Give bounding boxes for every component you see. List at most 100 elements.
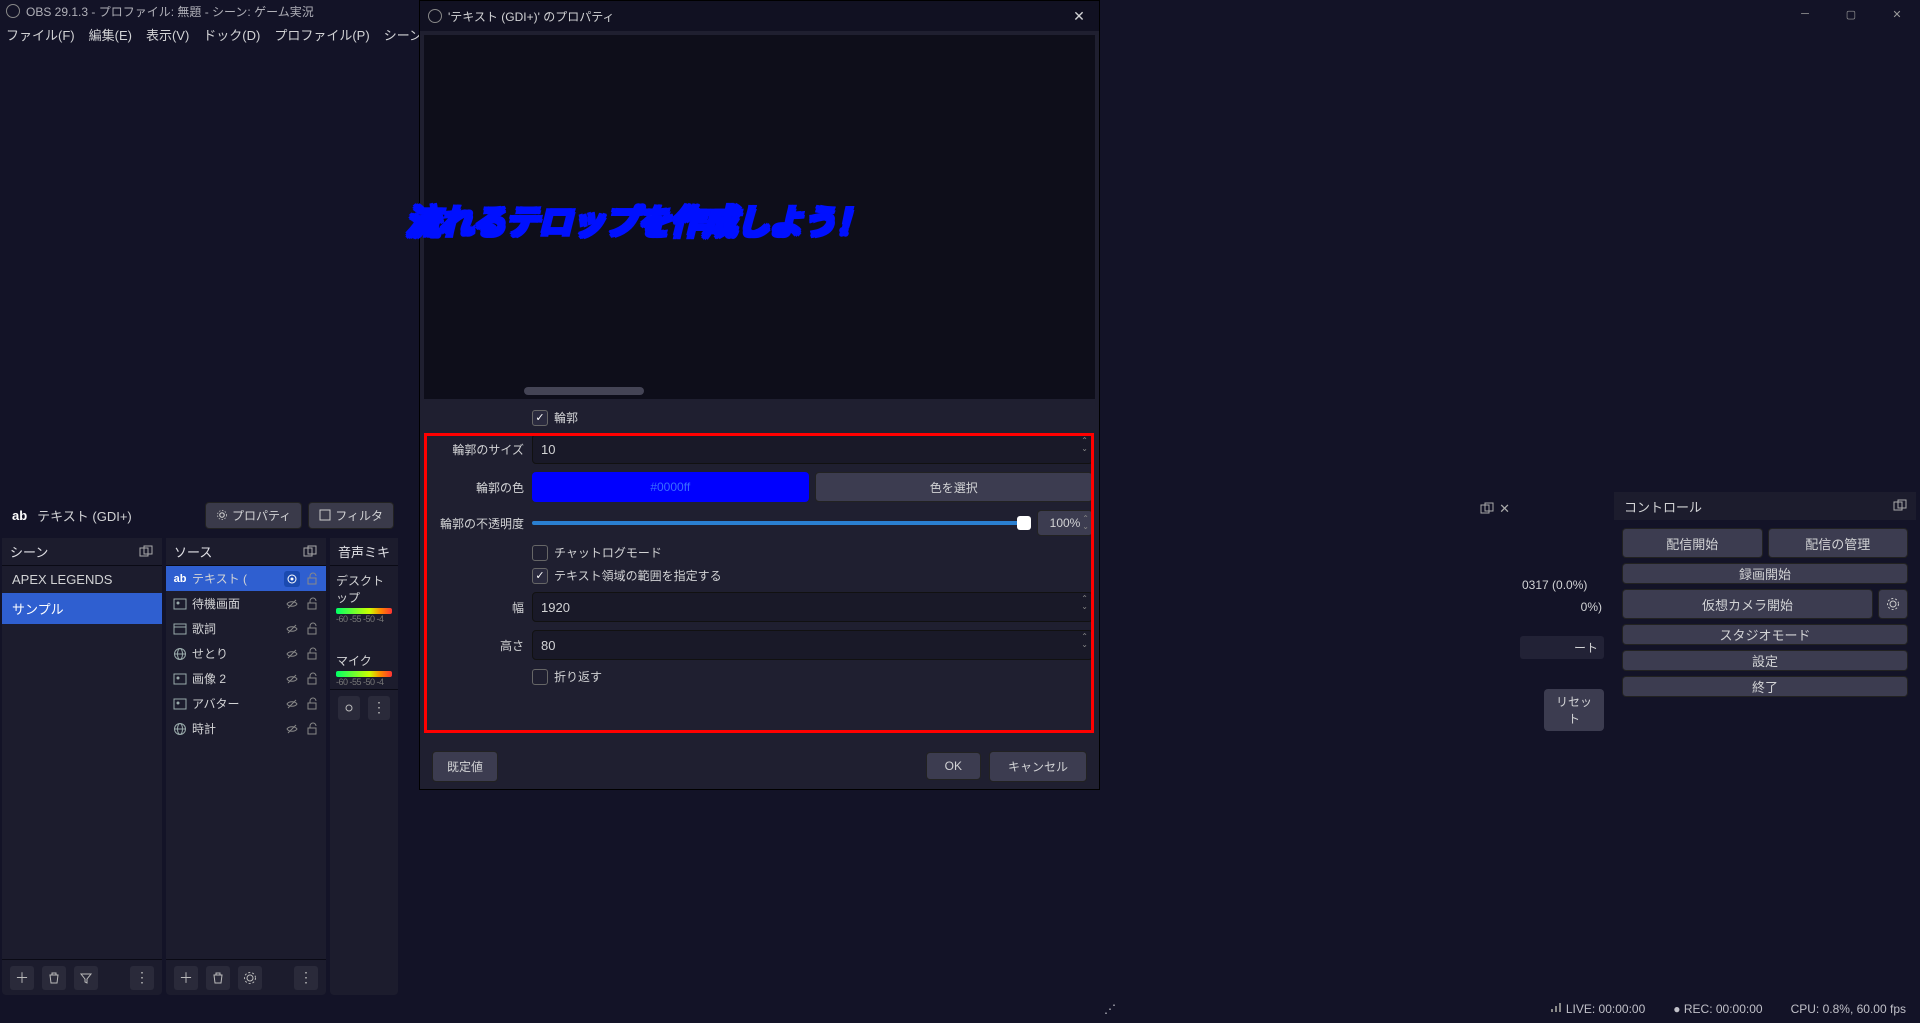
- lock-toggle[interactable]: [304, 721, 320, 737]
- wrap-checkbox[interactable]: [532, 669, 548, 685]
- spin-down-icon[interactable]: ⌄: [1082, 523, 1089, 531]
- status-rec: ● REC: 00:00:00: [1673, 1002, 1762, 1016]
- scene-more-button[interactable]: ⋮: [130, 966, 154, 990]
- obs-logo-icon: [6, 4, 20, 18]
- source-row[interactable]: アバター: [166, 691, 326, 716]
- ok-button[interactable]: OK: [926, 752, 981, 780]
- visibility-toggle[interactable]: [284, 721, 300, 737]
- spin-down-icon[interactable]: ⌄: [1081, 641, 1088, 649]
- scene-item[interactable]: APEX LEGENDS: [2, 566, 162, 593]
- delete-source-button[interactable]: [206, 966, 230, 990]
- popout-icon[interactable]: [138, 544, 154, 560]
- transitions-head-fragment: ✕: [1416, 494, 1510, 524]
- source-row[interactable]: 歌詞: [166, 616, 326, 641]
- outline-color-swatch[interactable]: #0000ff: [532, 472, 809, 502]
- visibility-toggle[interactable]: [284, 571, 300, 587]
- menu-dock[interactable]: ドック(D): [203, 25, 260, 44]
- chatlog-label: チャットログモード: [554, 544, 662, 561]
- pick-color-button[interactable]: 色を選択: [815, 472, 1094, 502]
- delete-scene-button[interactable]: [42, 966, 66, 990]
- gear-icon: [216, 509, 228, 521]
- obs-logo-icon: [428, 9, 442, 23]
- window-controls: ─ ▢ ✕: [1782, 0, 1920, 28]
- settings-button[interactable]: 設定: [1622, 650, 1908, 671]
- visibility-toggle[interactable]: [284, 671, 300, 687]
- filters-button[interactable]: フィルタ: [308, 502, 394, 529]
- trash-icon: [47, 971, 61, 985]
- source-type-icon: [172, 596, 188, 612]
- source-row[interactable]: 画像 2: [166, 666, 326, 691]
- outline-opacity-label: 輪郭の不透明度: [426, 515, 524, 532]
- selected-source-name: テキスト (GDI+): [37, 506, 199, 525]
- cancel-button[interactable]: キャンセル: [989, 751, 1087, 782]
- source-type-icon: [172, 696, 188, 712]
- source-type-icon: [172, 621, 188, 637]
- menu-edit[interactable]: 編集(E): [89, 25, 132, 44]
- outline-size-input[interactable]: 10 ⌃⌄: [532, 434, 1093, 464]
- start-virtualcam-button[interactable]: 仮想カメラ開始: [1622, 589, 1873, 619]
- scene-item[interactable]: サンプル: [2, 593, 162, 624]
- lock-toggle[interactable]: [304, 671, 320, 687]
- extents-checkbox[interactable]: ✓: [532, 568, 548, 584]
- add-scene-button[interactable]: ＋: [10, 966, 34, 990]
- source-row[interactable]: 待機画面: [166, 591, 326, 616]
- maximize-button[interactable]: ▢: [1828, 0, 1874, 28]
- visibility-toggle[interactable]: [284, 596, 300, 612]
- spin-down-icon[interactable]: ⌄: [1081, 445, 1088, 453]
- menu-profile[interactable]: プロファイル(P): [274, 25, 369, 44]
- preview-scrollbar[interactable]: [524, 387, 1085, 395]
- defaults-button[interactable]: 既定値: [432, 751, 498, 782]
- dialog-titlebar[interactable]: 'テキスト (GDI+)' のプロパティ ✕: [420, 1, 1099, 31]
- filter-icon: [319, 509, 331, 521]
- outline-color-label: 輪郭の色: [426, 479, 524, 496]
- source-more-button[interactable]: ⋮: [294, 966, 318, 990]
- dialog-preview: 流れるテロップを作成しよう！: [424, 35, 1095, 399]
- start-streaming-button[interactable]: 配信開始: [1622, 528, 1763, 558]
- spin-down-icon[interactable]: ⌄: [1081, 603, 1088, 611]
- statusbar: ⋰ LIVE: 00:00:00 ● REC: 00:00:00 CPU: 0.…: [0, 995, 1920, 1023]
- mixer-more-button[interactable]: ⋮: [368, 696, 390, 720]
- lock-toggle[interactable]: [304, 596, 320, 612]
- width-input[interactable]: 1920 ⌃⌄: [532, 592, 1093, 622]
- lock-toggle[interactable]: [304, 646, 320, 662]
- outline-opacity-value[interactable]: 100% ⌃⌄: [1037, 510, 1093, 536]
- visibility-toggle[interactable]: [284, 621, 300, 637]
- lock-toggle[interactable]: [304, 571, 320, 587]
- outline-opacity-slider[interactable]: [532, 521, 1031, 525]
- lock-toggle[interactable]: [304, 696, 320, 712]
- popout-icon[interactable]: [302, 544, 318, 560]
- scenes-panel: シーン APEX LEGENDS サンプル ＋ ⋮: [2, 538, 162, 995]
- popout-icon[interactable]: [1892, 498, 1908, 514]
- lock-toggle[interactable]: [304, 621, 320, 637]
- visibility-toggle[interactable]: [284, 696, 300, 712]
- reset-button[interactable]: リセット: [1544, 689, 1604, 731]
- mixer-settings-button[interactable]: [338, 696, 360, 720]
- chatlog-checkbox[interactable]: [532, 545, 548, 561]
- slider-thumb[interactable]: [1017, 516, 1031, 530]
- virtualcam-settings-button[interactable]: [1878, 589, 1908, 619]
- close-button[interactable]: ✕: [1874, 0, 1920, 28]
- mixer-panel: 音声ミキ デスクトップ -60 -55 -50 -4 マイク -60 -55 -…: [330, 538, 398, 995]
- outline-checkbox[interactable]: ✓: [532, 410, 548, 426]
- properties-button[interactable]: プロパティ: [205, 502, 302, 529]
- source-properties-button[interactable]: [238, 966, 262, 990]
- close-dock-icon[interactable]: ✕: [1499, 501, 1510, 517]
- menu-view[interactable]: 表示(V): [146, 25, 189, 44]
- add-source-button[interactable]: ＋: [174, 966, 198, 990]
- studio-mode-button[interactable]: スタジオモード: [1622, 624, 1908, 645]
- start-recording-button[interactable]: 録画開始: [1622, 563, 1908, 584]
- manage-stream-button[interactable]: 配信の管理: [1768, 528, 1909, 558]
- scene-filter-button[interactable]: [74, 966, 98, 990]
- width-label: 幅: [426, 599, 524, 616]
- menu-file[interactable]: ファイル(F): [6, 25, 75, 44]
- source-row[interactable]: abテキスト (: [166, 566, 326, 591]
- height-input[interactable]: 80 ⌃⌄: [532, 630, 1093, 660]
- source-row[interactable]: 時計: [166, 716, 326, 741]
- source-row[interactable]: せとり: [166, 641, 326, 666]
- popout-icon[interactable]: [1479, 501, 1495, 517]
- minimize-button[interactable]: ─: [1782, 0, 1828, 28]
- visibility-toggle[interactable]: [284, 646, 300, 662]
- dialog-close-button[interactable]: ✕: [1059, 1, 1099, 31]
- resize-grip-icon[interactable]: ⋰: [1104, 1002, 1116, 1016]
- exit-button[interactable]: 終了: [1622, 676, 1908, 697]
